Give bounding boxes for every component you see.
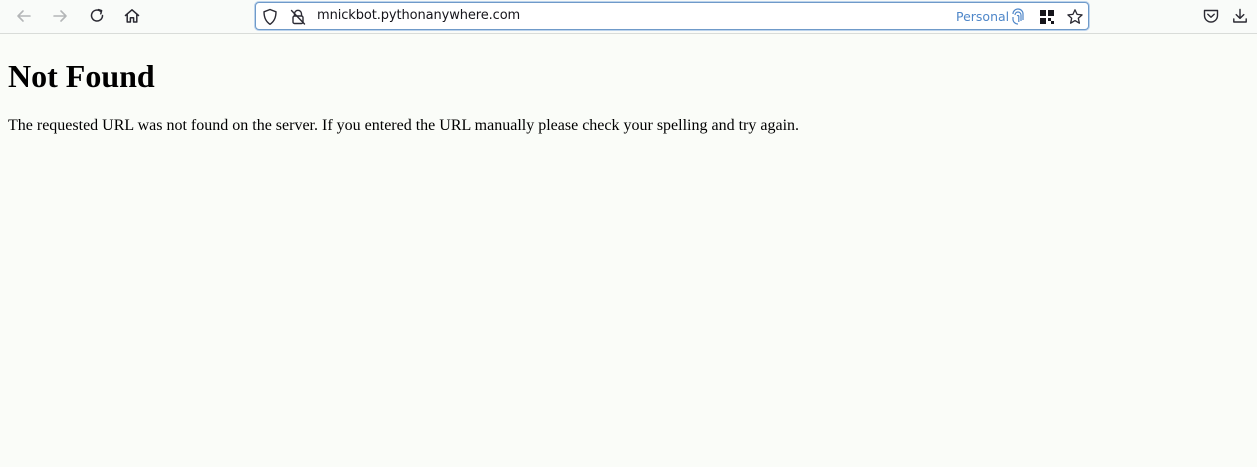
browser-toolbar: mnickbot.pythonanywhere.com Personal [0, 0, 1257, 34]
forward-arrow-icon [53, 10, 67, 22]
back-arrow-icon [17, 10, 31, 22]
page-title: Not Found [8, 58, 155, 94]
bookmark-button[interactable] [1065, 7, 1085, 27]
pocket-icon [1203, 9, 1219, 23]
address-bar[interactable]: mnickbot.pythonanywhere.com Personal [255, 2, 1089, 30]
forward-button[interactable] [46, 3, 74, 29]
tracking-protection-button[interactable] [260, 7, 280, 27]
grid-apps-icon [1040, 10, 1054, 24]
extension-button[interactable] [1037, 7, 1057, 27]
reload-button[interactable] [83, 3, 111, 29]
home-button[interactable] [118, 3, 146, 29]
error-message: The requested URL was not found on the s… [8, 117, 800, 134]
connection-info-button[interactable] [288, 7, 308, 27]
star-icon [1067, 9, 1083, 24]
downloads-button[interactable] [1226, 3, 1254, 29]
url-text[interactable]: mnickbot.pythonanywhere.com [317, 8, 520, 23]
download-icon [1233, 8, 1247, 23]
shield-icon [263, 8, 277, 25]
pocket-button[interactable] [1197, 3, 1225, 29]
reload-icon [90, 8, 104, 22]
container-button[interactable] [1008, 7, 1028, 27]
container-label: Personal [956, 9, 1010, 24]
back-button[interactable] [10, 3, 38, 29]
home-icon [124, 9, 140, 23]
insecure-lock-icon [290, 9, 306, 25]
fingerprint-icon [1012, 8, 1024, 25]
